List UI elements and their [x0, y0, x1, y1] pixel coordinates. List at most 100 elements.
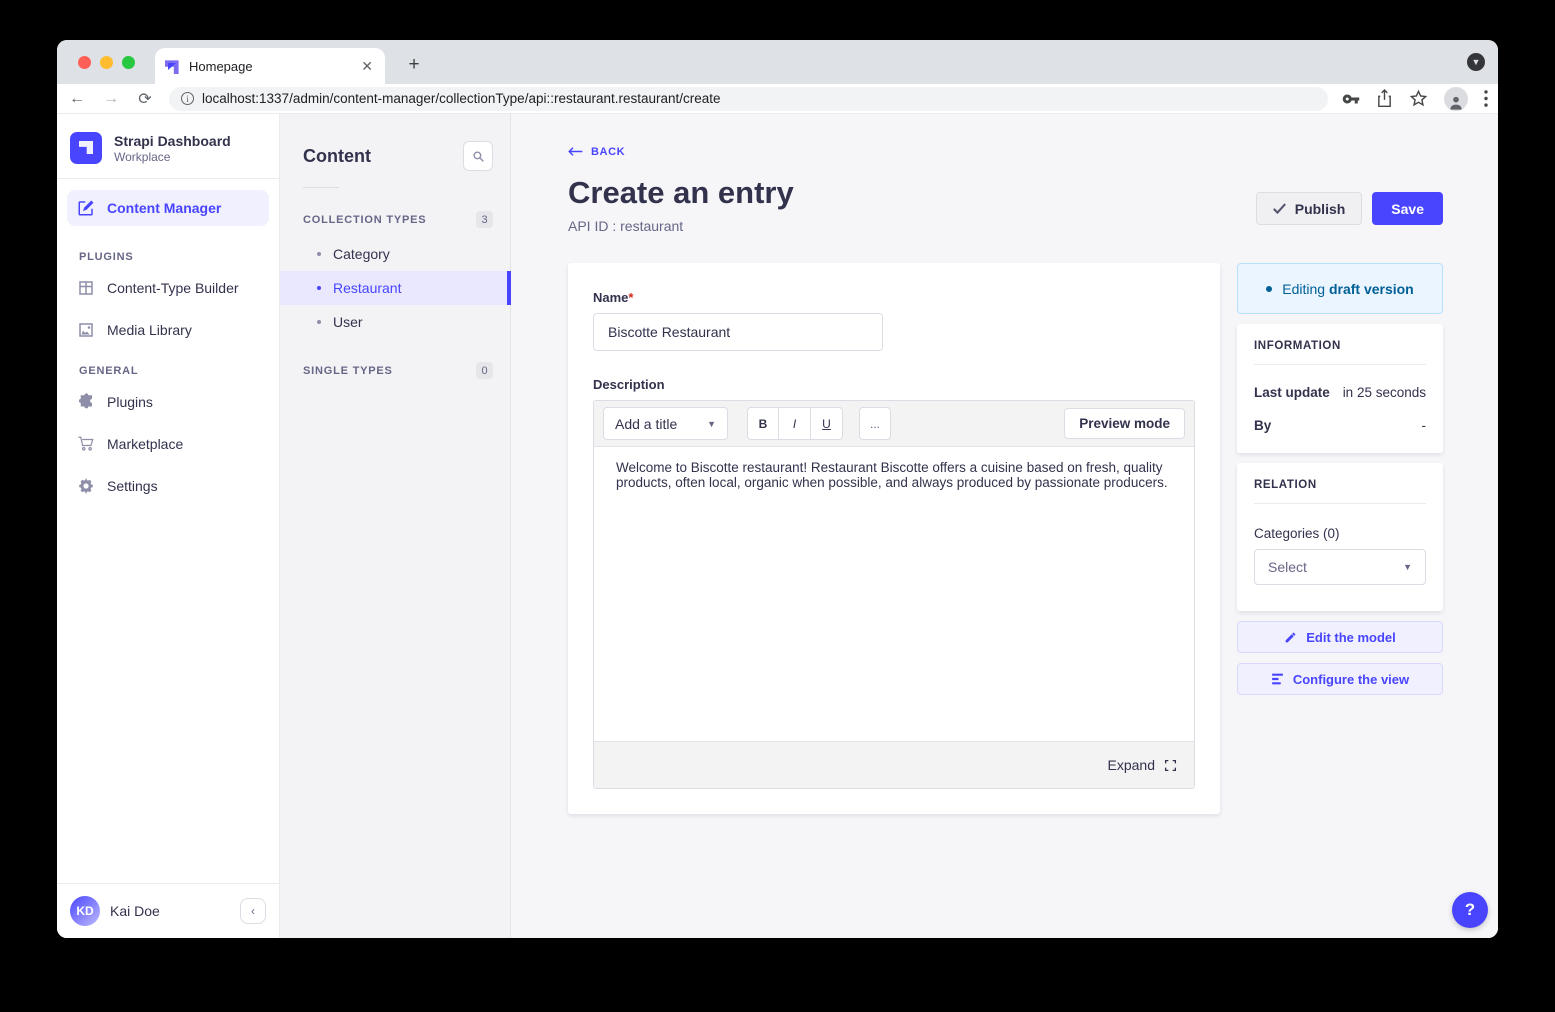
collection-type-user[interactable]: User	[280, 305, 510, 339]
divider	[57, 178, 279, 179]
sidebar-item-label: Marketplace	[107, 436, 183, 452]
minimize-window-button[interactable]	[100, 56, 113, 69]
sidebar-item-media-library[interactable]: Media Library	[57, 309, 279, 351]
window-controls[interactable]	[78, 56, 135, 69]
divider	[1254, 503, 1426, 504]
sidebar-item-content-manager[interactable]: Content Manager	[67, 190, 269, 226]
configure-view-button[interactable]: Configure the view	[1237, 663, 1443, 695]
collapse-sidebar-button[interactable]: ‹	[240, 898, 266, 924]
url-text: localhost:1337/admin/content-manager/col…	[202, 91, 721, 106]
back-arrow-icon	[568, 146, 583, 157]
collection-type-category[interactable]: Category	[280, 237, 510, 271]
layout-grid-icon	[77, 279, 95, 297]
italic-button[interactable]: I	[779, 407, 811, 440]
strapi-logo-icon	[70, 132, 102, 164]
entry-sidebar: Editing draft version INFORMATION Last u…	[1237, 263, 1443, 695]
fullscreen-window-button[interactable]	[122, 56, 135, 69]
sidebar-item-label: Content-Type Builder	[107, 280, 239, 296]
required-asterisk: *	[628, 290, 633, 305]
check-icon	[1273, 203, 1286, 214]
help-button[interactable]: ?	[1452, 892, 1488, 928]
single-types-label: SINGLE TYPES	[303, 365, 393, 377]
categories-field-label: Categories (0)	[1254, 526, 1426, 541]
sidebar-item-label: Plugins	[107, 394, 153, 410]
strapi-favicon-icon	[165, 58, 181, 74]
user-profile-row[interactable]: KD Kai Doe ‹	[57, 883, 279, 938]
preview-mode-button[interactable]: Preview mode	[1064, 408, 1185, 439]
expand-icon[interactable]	[1164, 759, 1177, 772]
content-sub-navigation: Content COLLECTION TYPES 3 Category Rest…	[280, 114, 511, 938]
workspace-brand[interactable]: Strapi Dashboard Workplace	[57, 114, 279, 178]
filter-lines-icon	[1271, 673, 1284, 685]
status-dot-icon	[1266, 286, 1272, 292]
site-info-icon[interactable]: i	[181, 92, 194, 105]
collection-type-restaurant[interactable]: Restaurant	[280, 271, 510, 305]
information-card: INFORMATION Last update in 25 seconds By…	[1237, 324, 1443, 453]
api-id-subtitle: API ID : restaurant	[568, 218, 794, 234]
close-tab-icon[interactable]: ✕	[359, 58, 375, 75]
browser-window: Homepage ✕ + ▼ ← → ⟳ i localhost:1337/ad…	[57, 40, 1498, 938]
address-bar[interactable]: i localhost:1337/admin/content-manager/c…	[169, 87, 1328, 111]
draft-status-banner: Editing draft version	[1237, 263, 1443, 314]
tab-search-button[interactable]: ▼	[1467, 53, 1485, 71]
collection-types-count-badge: 3	[476, 211, 493, 228]
bullet-icon	[317, 252, 321, 256]
sidebar-item-label: Settings	[107, 478, 158, 494]
title-style-select[interactable]: Add a title ▼	[603, 407, 728, 440]
sidebar-item-label: Media Library	[107, 322, 192, 338]
browser-tab[interactable]: Homepage ✕	[155, 48, 385, 84]
last-update-row: Last update in 25 seconds	[1254, 385, 1426, 400]
back-nav-icon[interactable]: ←	[67, 90, 87, 108]
sidebar-item-marketplace[interactable]: Marketplace	[57, 423, 279, 465]
editor-footer: Expand	[594, 741, 1194, 788]
search-icon	[472, 150, 485, 163]
new-tab-button[interactable]: +	[402, 53, 426, 77]
image-icon	[77, 321, 95, 339]
browser-profile-avatar[interactable]	[1444, 87, 1468, 111]
main-navigation: Strapi Dashboard Workplace Content Manag…	[57, 114, 280, 938]
divider	[1254, 364, 1426, 365]
workspace-subtitle: Workplace	[114, 150, 231, 164]
page-title: Create an entry	[568, 175, 794, 211]
bookmark-star-icon[interactable]	[1409, 89, 1428, 108]
user-name: Kai Doe	[110, 903, 230, 919]
sidebar-section-general: GENERAL	[57, 351, 279, 381]
name-field-label: Name*	[593, 290, 1195, 305]
save-button[interactable]: Save	[1372, 192, 1443, 225]
name-input[interactable]	[593, 313, 883, 351]
panel-title: Content	[303, 146, 371, 167]
description-textarea[interactable]: Welcome to Biscotte restaurant! Restaura…	[594, 447, 1194, 741]
pencil-icon	[1284, 631, 1297, 644]
publish-button[interactable]: Publish	[1256, 192, 1363, 225]
chevron-down-icon: ▼	[1403, 562, 1412, 572]
more-formatting-button[interactable]: ...	[859, 407, 891, 440]
gear-icon	[77, 477, 95, 495]
by-row: By -	[1254, 418, 1426, 437]
sidebar-item-settings[interactable]: Settings	[57, 465, 279, 507]
bold-button[interactable]: B	[747, 407, 779, 440]
collection-type-label: Restaurant	[333, 280, 401, 296]
password-key-icon[interactable]	[1342, 90, 1360, 108]
cart-icon	[77, 435, 95, 453]
close-window-button[interactable]	[78, 56, 91, 69]
forward-nav-icon[interactable]: →	[101, 90, 121, 108]
chevron-down-icon: ▼	[707, 419, 716, 429]
sidebar-item-plugins[interactable]: Plugins	[57, 381, 279, 423]
reload-icon[interactable]: ⟳	[135, 89, 155, 109]
single-types-count-badge: 0	[476, 362, 493, 379]
back-link[interactable]: BACK	[568, 146, 625, 158]
edit-model-button[interactable]: Edit the model	[1237, 621, 1443, 653]
categories-select[interactable]: Select ▼	[1254, 549, 1426, 585]
share-icon[interactable]	[1376, 89, 1393, 108]
expand-label[interactable]: Expand	[1108, 757, 1155, 773]
relation-card: RELATION Categories (0) Select ▼	[1237, 463, 1443, 611]
description-field-label: Description	[593, 377, 1195, 392]
underline-button[interactable]: U	[811, 407, 843, 440]
relation-title: RELATION	[1254, 479, 1426, 491]
tab-title: Homepage	[189, 59, 351, 74]
browser-menu-icon[interactable]	[1484, 90, 1488, 107]
edit-pencil-square-icon	[77, 199, 95, 217]
sidebar-item-content-type-builder[interactable]: Content-Type Builder	[57, 267, 279, 309]
search-button[interactable]	[463, 141, 493, 171]
divider	[303, 187, 339, 188]
